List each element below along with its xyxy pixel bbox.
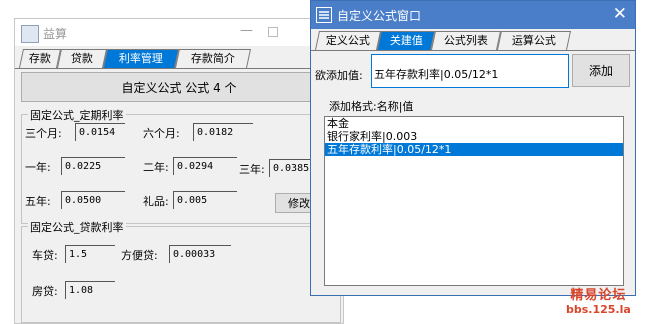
loan-rate-group: 固定公式_贷款利率 (21, 219, 341, 323)
field-label-6m: 六个月: (143, 127, 180, 140)
custom-formula-button[interactable]: 自定义公式 公式 4 个 (21, 72, 337, 102)
list-item[interactable]: 银行家利率|0.003 (325, 130, 623, 143)
input-label: 欲添加值: (315, 69, 363, 82)
tab-loan[interactable]: 贷款 (56, 49, 108, 68)
watermark-line1: 精易论坛 (570, 288, 627, 303)
field-label-1y: 一年: (25, 161, 51, 174)
loan-group-title: 固定公式_贷款利率 (28, 219, 126, 235)
rate-5y-input[interactable]: 0.0500 (61, 191, 125, 209)
calc-window: 益算 — 存款 贷款 利率管理 存款简介 自定义公式 公式 4 个 固定公式_定… (14, 18, 344, 324)
tab-compute-formula[interactable]: 运算公式 (496, 31, 572, 50)
tab-deposit-intro[interactable]: 存款简介 (174, 49, 252, 68)
dialog-titlebar: 自定义公式窗口 ✕ (311, 1, 635, 29)
field-label-3m: 三个月: (25, 127, 62, 140)
field-label-2y: 二年: (143, 161, 169, 174)
dialog-title: 自定义公式窗口 (337, 9, 422, 23)
list-item-selected[interactable]: 五年存款利率|0.05/12*1 (325, 143, 623, 156)
app-icon (316, 7, 332, 23)
tab-formula-list[interactable]: 公式列表 (430, 31, 502, 50)
field-label-3y: 三年: (239, 163, 265, 176)
tab-key-values[interactable]: 关建值 (376, 31, 436, 50)
custom-formula-dialog: 自定义公式窗口 ✕ 定义公式 关建值 公式列表 运算公式 欲添加值: 五年存款利… (310, 0, 636, 296)
deposit-group-title: 固定公式_定期利率 (28, 107, 126, 123)
field-label-gift: 礼品: (143, 195, 169, 208)
mortgage-input[interactable]: 1.08 (65, 281, 115, 299)
tab-deposit[interactable]: 存款 (18, 49, 62, 68)
add-button[interactable]: 添加 (572, 54, 630, 87)
maximize-button[interactable] (268, 27, 278, 37)
rate-1y-input[interactable]: 0.0225 (61, 157, 125, 175)
list-item[interactable]: 本金 (325, 117, 623, 130)
calc-window-titlebar: 益算 — (15, 19, 343, 46)
field-label-5y: 五年: (25, 195, 51, 208)
watermark: 精易论坛 bbs.125.la (566, 284, 631, 316)
close-icon[interactable]: ✕ (613, 4, 627, 24)
convenience-loan-input[interactable]: 0.00033 (169, 245, 231, 263)
tab-rate-management[interactable]: 利率管理 (102, 49, 180, 68)
add-value-input[interactable]: 五年存款利率|0.05/12*1 (371, 54, 569, 88)
rate-3m-input[interactable]: 0.0154 (75, 123, 125, 141)
field-label-car-loan: 车贷: (32, 249, 58, 262)
rate-2y-input[interactable]: 0.0294 (173, 157, 237, 175)
calc-window-title: 益算 (43, 27, 68, 41)
app-icon (21, 25, 39, 43)
minimize-button[interactable]: — (240, 23, 253, 38)
watermark-line2: bbs.125.la (566, 303, 631, 316)
gift-rate-input[interactable]: 0.005 (173, 191, 237, 209)
field-label-convenience-loan: 方便贷: (121, 249, 158, 262)
key-value-list[interactable]: 本金 银行家利率|0.003 五年存款利率|0.05/12*1 (324, 116, 624, 286)
tab-define-formula[interactable]: 定义公式 (314, 31, 382, 50)
field-label-mortgage: 房贷: (32, 285, 58, 298)
car-loan-input[interactable]: 1.5 (65, 245, 115, 263)
rate-6m-input[interactable]: 0.0182 (193, 123, 253, 141)
format-hint: 添加格式:名称|值 (329, 100, 414, 113)
